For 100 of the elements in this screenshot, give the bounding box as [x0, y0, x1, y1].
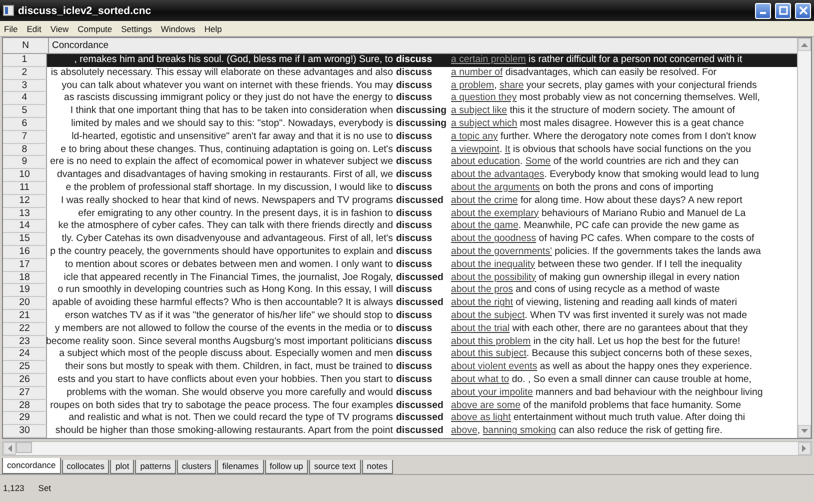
concordance-line[interactable]: o run smoothly in developing countries such as Hong Kong. In this essay, I will discuss about the pros and cons of using recycle as a method of waste [47, 284, 797, 298]
concordance-line[interactable]: I think that one important thing that has to be taken into consideration when discussing a subject like this it the structure of modern society. The amount of [47, 105, 797, 118]
left-context: e the problem of professional staff shortage. In my discussion, I would like to [66, 182, 393, 195]
search-word: discussing [395, 118, 448, 131]
right-context: about the crime for along time. How about these days? A new report [451, 194, 742, 208]
right-context: a number of disadvantages, which can easily be resolved. For [451, 66, 716, 80]
menu-item[interactable]: Help [204, 24, 222, 34]
tab[interactable]: collocates [62, 460, 110, 474]
search-word: discussed [395, 425, 444, 438]
right-context: a viewpoint. It is obvious that schools have social functions on the you [451, 144, 751, 156]
scroll-right-button[interactable] [798, 442, 811, 455]
concordance-line[interactable]: should be higher than those smoking-allowing restaurants. Apart from the point discussed above, banning smoking can also reduce the risk of getting fire. [47, 425, 797, 438]
tab[interactable]: source text [309, 460, 361, 474]
concordance-line[interactable]: and realistic and what is not. Then we could recard the type of TV programs discussed above as light entertainment without much truth value. After doing thi [47, 412, 797, 426]
row-number: 13 [3, 208, 47, 220]
right-context: about the subject. When TV was first invented it surely was not made [451, 310, 747, 323]
concordance-line[interactable]: to mention about scores or debates between men and women. I only want to discuss about the inequality between these two gender. If I tell the inequality [47, 258, 797, 272]
concordance-line[interactable]: ests and you start to have conflicts about even your hobbies. Then you start to discuss about what to do. , So even a small dinner can cause trouble at home, [47, 374, 797, 387]
minimize-icon [760, 12, 766, 14]
search-word: discuss [395, 66, 434, 80]
concordance-line[interactable]: a subject which most of the people discuss about. Especially women and men discuss about this subject. Because this subject concerns both of these sexes, [47, 348, 797, 362]
tab[interactable]: concordance [2, 458, 61, 474]
concordance-line[interactable]: dvantages and disadvantages of having smoking in restaurants. First of all, we discuss about the advantages. Everybody know that smoking would lead to lung [47, 169, 797, 182]
scroll-up-button[interactable] [798, 38, 811, 51]
row-number: 29 [3, 412, 47, 426]
right-context: a subject like this it the structure of modern society. The amount of [451, 105, 735, 118]
concordance-line[interactable]: e to bring about these changes. Thus, continuing adaptation is going on. Let's discuss a viewpoint. It is obvious that schools have social functions on the you [47, 144, 797, 156]
concordance-line[interactable]: erson watches TV as if it was "the generator of his/her life" we should stop to discuss about the subject. When TV was first invented it surely was not made [47, 310, 797, 323]
concordance-line[interactable]: efer emigrating to any other country. In the present days, it is in fashion to discuss about the exemplary behaviours of Mariano Rubio and Manuel de La [47, 208, 797, 220]
left-context: their sons but mostly to speak with them. Children, in fact, must be trained to [65, 361, 393, 374]
left-context: I was really shocked to hear that kind of news. Newspapers and TV programs [60, 194, 393, 208]
row-number: 18 [3, 272, 47, 284]
concordance-line[interactable]: apable of avoiding these harmful effects? Who is then accountable? It is always discussed about the right of viewing, listening and reading aall kinds of materi [47, 297, 797, 310]
left-context: roupes on both sides that try to sabotage the peace process. The four examples [50, 400, 393, 412]
concordance-line[interactable]: ke the atmosphere of cyber cafes. They can talk with there friends directly and discuss about the game. Meanwhile, PC cafe can provide the new game as [47, 220, 797, 234]
concordance-line[interactable]: e the problem of professional staff shortage. In my discussion, I would like to discuss about the arguments on both the prons and cons of importing [47, 182, 797, 195]
right-context: about the inequality between these two gender. If I tell the inequality [451, 258, 742, 272]
concordance-line[interactable]: problems with the woman. She would observe you more carefully and would discuss about your impolite manners and bad behaviour with the neighbour living [47, 386, 797, 400]
right-context: about the trial with each other, there are no garantees about that they [451, 322, 748, 336]
concordance-line[interactable]: roupes on both sides that try to sabotage the peace process. The four examples discussed above are some of the manifold problems that face humanity. Some [47, 400, 797, 412]
down-arrow-icon [801, 428, 808, 434]
menu-item[interactable]: Edit [26, 24, 42, 34]
tab[interactable]: follow up [264, 460, 308, 474]
concordance-line[interactable]: y members are not allowed to follow the course of the events in the media or to discuss about the trial with each other, there are no garantees about that they [47, 322, 797, 336]
search-word: discuss [395, 310, 434, 323]
horizontal-scrollbar[interactable] [2, 440, 812, 456]
minimize-button[interactable] [755, 2, 771, 18]
row-number: 4 [3, 92, 47, 106]
menu-item[interactable]: Compute [78, 24, 112, 34]
maximize-icon [778, 6, 788, 15]
concordance-line[interactable]: is absolutely necessary. This essay will elaborate on these advantages and also discuss a number of disadvantages, which can easily be resolved. For [47, 66, 797, 80]
close-button[interactable] [795, 2, 811, 18]
row-number: 21 [3, 310, 47, 323]
concordance-line[interactable]: their sons but mostly to speak with them. Children, in fact, must be trained to discuss about violent events as well as about the happy ones they experience. [47, 361, 797, 374]
menu-item[interactable]: View [50, 24, 69, 34]
concordance-line[interactable]: as rascists discussing immigrant policy or they just do not have the energy to discuss a question they most probably view as not concerning themselves. Well, [47, 92, 797, 106]
tab[interactable]: plot [110, 460, 134, 474]
menu-item[interactable]: Windows [160, 24, 196, 34]
scroll-thumb[interactable] [16, 442, 32, 453]
row-number: 2 [3, 66, 47, 80]
row-number: 3 [3, 80, 47, 92]
row-number: 10 [3, 169, 47, 182]
scroll-down-button[interactable] [798, 424, 811, 438]
vertical-scrollbar[interactable] [797, 38, 811, 438]
concordance-line[interactable]: tly. Cyber Catehas its own disadvenyouse and advantageous. First of all, let's discuss about the goodness of having PC cafes. When compare to the costs of [47, 233, 797, 246]
row-number: 7 [3, 130, 47, 144]
tab[interactable]: patterns [135, 460, 176, 474]
status-text: 1,123 [3, 483, 24, 494]
left-context: and realistic and what is not. Then we could recard the type of TV programs [68, 412, 393, 426]
left-context: I think that one important thing that has to be taken into consideration when [70, 105, 393, 118]
menu-item[interactable]: Settings [121, 24, 152, 34]
search-word: discuss [395, 336, 434, 348]
scroll-left-button[interactable] [3, 442, 16, 455]
right-context: about the right of viewing, listening and reading aall kinds of materi [451, 297, 737, 310]
concordance-line[interactable]: ld-hearted, egotistic and unsensitive" aren't far away and that it is no use to discuss a topic any further. Where the derogatory note comes from I don't know [47, 130, 797, 144]
concordance-line[interactable]: p the country peacely, the governments should have opportunites to explain and discuss about the governments' policies. If the governments takes the lands awa [47, 246, 797, 259]
tab[interactable]: filenames [217, 460, 264, 474]
column-header[interactable]: Concordance [49, 38, 109, 53]
concordance-line[interactable]: limited by males and we should say to this: "stop". Nowadays, everybody is discussing a subject which most males disagree. However this is a geat chance [47, 118, 797, 131]
concordance-line[interactable]: ere is no need to explain the affect of ecomomical power in whatever subject we discuss about education. Some of the world countries are rich and they can [47, 156, 797, 170]
up-arrow-icon [801, 42, 808, 47]
concordance-line[interactable]: you can talk about whatever you want on internet with these friends. You may discuss a problem, share your secrets, play games with your conjectural friends [47, 80, 797, 92]
right-context: about the possibility of making gun ownership illegal in every nation [451, 272, 740, 284]
left-context: y members are not allowed to follow the course of the events in the media or to [54, 322, 393, 336]
left-context: p the country peacely, the governments should have opportunites to explain and [50, 246, 393, 259]
maximize-button[interactable] [775, 2, 791, 18]
right-context: about this problem in the city hall. Let us hop the best for the future! [451, 336, 740, 348]
row-number: 5 [3, 105, 47, 118]
tab[interactable]: notes [362, 460, 393, 474]
concordance-line[interactable]: icle that appeared recently in The Financial Times, the journalist, Joe Rogaly, discussed about the possibility of making gun ownership illegal in every nation [47, 272, 797, 284]
concordance-line[interactable]: I was really shocked to hear that kind of news. Newspapers and TV programs discussed about the crime for along time. How about these days? A new report [47, 194, 797, 208]
tab[interactable]: clusters [176, 460, 216, 474]
column-header[interactable]: N [3, 38, 49, 53]
right-arrow-icon [802, 444, 807, 452]
menu-item[interactable]: File [4, 24, 18, 34]
search-word: discuss [395, 156, 434, 170]
left-context: ests and you start to have conflicts about even your hobbies. Then you start to [58, 374, 393, 387]
right-context: about the pros and cons of using recycle as a method of waste [451, 284, 720, 298]
concordance-line[interactable]: become reality soon. Since several months Augsburg's most important politicians discuss about this problem in the city hall. Let us hop the best for the future! [47, 336, 797, 348]
right-context: about the game. Meanwhile, PC cafe can provide the new game as [451, 220, 740, 234]
